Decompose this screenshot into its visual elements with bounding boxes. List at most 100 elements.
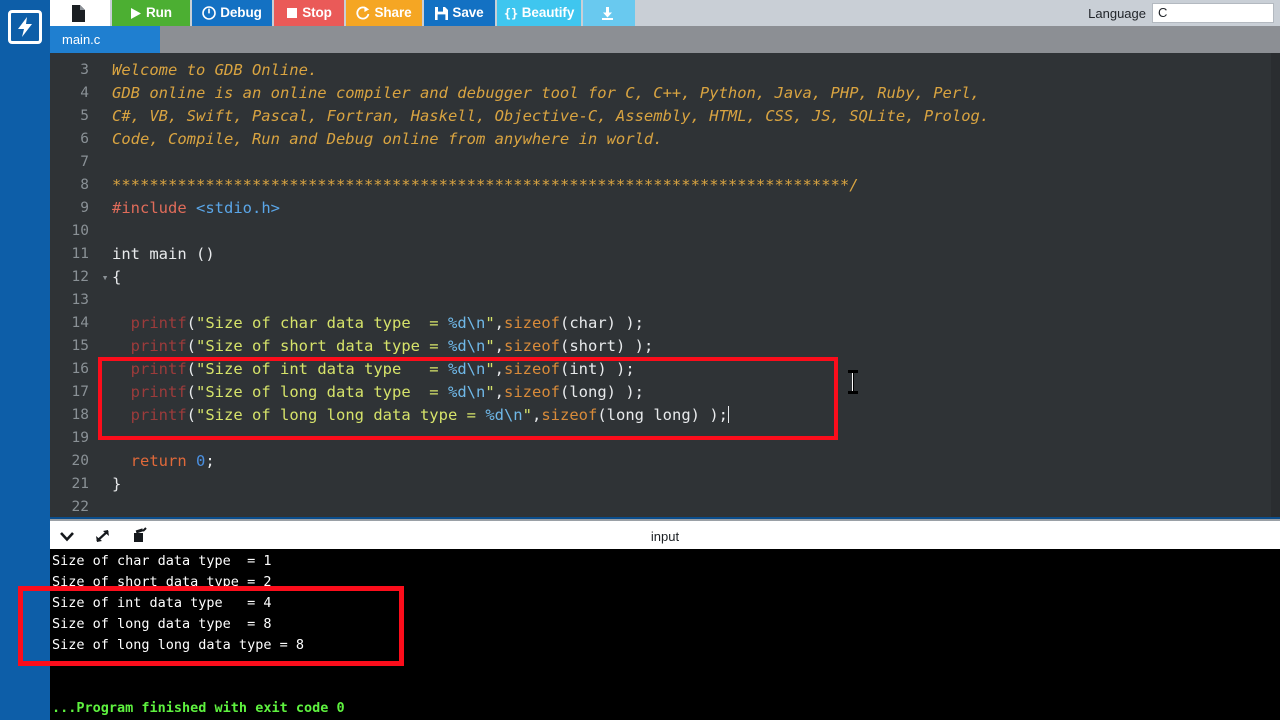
console-left-rail <box>0 549 50 720</box>
code-line[interactable]: 16 printf("Size of int data type = %d\n"… <box>50 358 1280 381</box>
code-line[interactable]: 5 C#, VB, Swift, Pascal, Fortran, Haskell… <box>50 105 1280 128</box>
code-token-fmt: %d\n <box>447 337 486 355</box>
code-token-plain: short <box>569 337 617 355</box>
download-button[interactable] <box>583 0 637 26</box>
code-token-plain: int <box>569 360 598 378</box>
code-line[interactable]: 14 printf("Size of char data type = %d\n… <box>50 312 1280 335</box>
code-token-punct: ( <box>560 383 570 401</box>
line-number: 21 <box>71 476 89 492</box>
code-token-str: "Size of int data type = <box>196 360 448 378</box>
code-line[interactable]: 4 GDB online is an online compiler and de… <box>50 82 1280 105</box>
code-line[interactable]: 22 <box>50 496 1280 517</box>
code-token-comment: ****************************************… <box>112 176 859 194</box>
line-number: 9 <box>80 200 89 216</box>
code-token-comment: Welcome to GDB Online. <box>112 61 318 79</box>
code-token-fn: printf <box>130 337 187 355</box>
beautify-button[interactable]: {} Beautify <box>497 0 583 26</box>
line-number: 19 <box>71 430 89 446</box>
code-line-text: Welcome to GDB Online. <box>112 59 317 82</box>
code-token-punct: { <box>112 268 122 286</box>
language-select[interactable]: C <box>1152 3 1274 23</box>
save-button[interactable]: Save <box>424 0 497 26</box>
line-number: 4 <box>80 85 89 101</box>
code-line[interactable]: 20 return 0; <box>50 450 1280 473</box>
file-tab-strip: main.c <box>50 26 1280 53</box>
code-token-punct: ( <box>186 314 197 332</box>
code-token-comment: GDB online is an online compiler and deb… <box>112 84 980 102</box>
code-line[interactable]: 21} <box>50 473 1280 496</box>
code-line[interactable]: 6 Code, Compile, Run and Debug online fro… <box>50 128 1280 151</box>
stop-button[interactable]: Stop <box>274 0 346 26</box>
code-line[interactable]: 12 ▾{ <box>50 266 1280 289</box>
code-line-text: { <box>112 266 121 289</box>
code-line-text: ****************************************… <box>112 174 859 197</box>
line-number: 7 <box>80 154 89 170</box>
svg-text:{}: {} <box>504 7 518 21</box>
code-token-pre: #include <box>112 199 187 217</box>
floppy-disk-icon <box>435 6 449 20</box>
code-token-punct: ( <box>186 337 197 355</box>
lightning-bolt-icon[interactable] <box>8 10 42 44</box>
line-number: 15 <box>71 338 89 354</box>
editor-vertical-scrollbar[interactable] <box>1271 53 1280 517</box>
code-token-fmt: %d\n <box>447 360 486 378</box>
code-token-punct: ( <box>186 383 197 401</box>
code-token-punct: ) ); <box>606 383 644 401</box>
code-line[interactable]: 13 <box>50 289 1280 312</box>
line-number: 22 <box>71 499 89 515</box>
code-token-punct: ( <box>560 337 570 355</box>
tab-main-c[interactable]: main.c <box>50 26 160 53</box>
code-line[interactable]: 3 Welcome to GDB Online. <box>50 59 1280 82</box>
code-line[interactable]: 19 <box>50 427 1280 450</box>
code-token-punct: , <box>494 360 504 378</box>
run-button[interactable]: Run <box>112 0 192 26</box>
line-number: 18 <box>71 407 89 423</box>
share-label: Share <box>374 5 412 21</box>
code-editor[interactable]: 3 Welcome to GDB Online. 4 GDB online is an… <box>50 53 1280 517</box>
share-button[interactable]: Share <box>346 0 424 26</box>
code-token-punct: ( <box>560 360 570 378</box>
code-line[interactable]: 17 printf("Size of long data type = %d\n… <box>50 381 1280 404</box>
code-token-str: "Size of char data type = <box>196 314 448 332</box>
console-output-panel[interactable]: Size of char data type = 1 Size of short … <box>0 549 1280 720</box>
code-token-plain: long <box>569 383 607 401</box>
code-token-str: "Size of long long data type = <box>196 406 486 424</box>
console-line: Size of int data type = 4 <box>52 595 272 611</box>
code-token-fn: printf <box>130 314 187 332</box>
new-file-button[interactable] <box>50 0 112 26</box>
code-token-punct: ( <box>560 314 570 332</box>
code-line[interactable]: 7 <box>50 151 1280 174</box>
code-line[interactable]: 11 int main () <box>50 243 1280 266</box>
language-label: Language <box>1088 5 1146 21</box>
line-number: 17 <box>71 384 89 400</box>
code-lines: 3 Welcome to GDB Online. 4 GDB online is an… <box>50 53 1280 517</box>
line-number: 12 <box>71 269 89 285</box>
code-token-fmt: %d\n <box>447 314 486 332</box>
code-token-comment: C#, VB, Swift, Pascal, Fortran, Haskell,… <box>112 107 990 125</box>
code-fold-toggle[interactable]: ▾ <box>100 266 110 289</box>
code-line[interactable]: 8 ***************************************… <box>50 174 1280 197</box>
console-line: Size of short data type = 2 <box>52 574 272 590</box>
debug-circle-icon <box>202 6 217 20</box>
debug-button[interactable]: Debug <box>192 0 274 26</box>
download-icon <box>600 6 615 21</box>
code-line[interactable]: 10 <box>50 220 1280 243</box>
code-token-str: " <box>485 314 495 332</box>
code-line[interactable]: 9 #include <stdio.h> <box>50 197 1280 220</box>
line-number: 6 <box>80 131 89 147</box>
code-line[interactable]: 18 printf("Size of long long data type =… <box>50 404 1280 427</box>
code-token-fn: printf <box>130 406 187 424</box>
code-token-punct: , <box>494 383 504 401</box>
code-line[interactable]: 15 printf("Size of short data type = %d\… <box>50 335 1280 358</box>
code-line-text: printf("Size of long long data type = %d… <box>112 404 729 427</box>
